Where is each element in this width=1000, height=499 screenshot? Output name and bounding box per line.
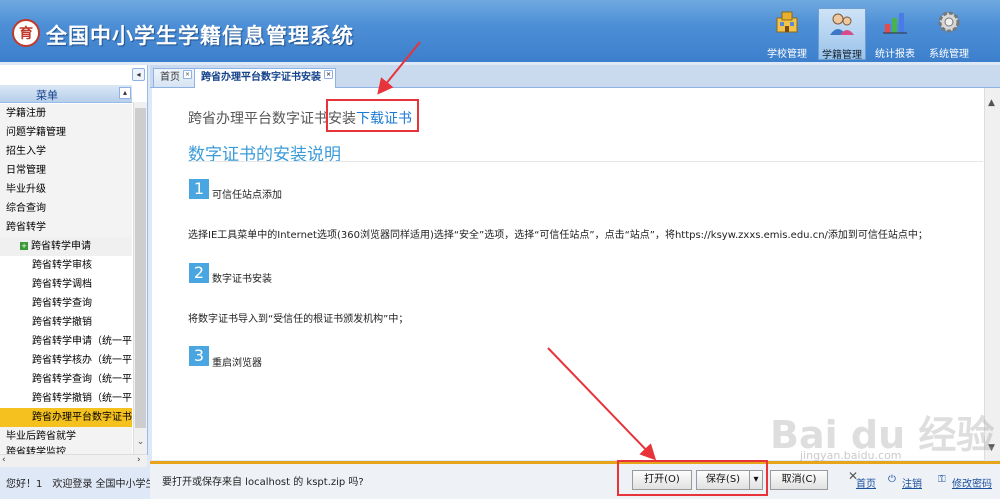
tab-certificate-install[interactable]: 跨省办理平台数字证书安装 × [194, 68, 336, 88]
sidebar-item-registration[interactable]: 学籍注册 [0, 104, 132, 124]
close-icon[interactable]: × [183, 70, 192, 79]
sidebar-item-transfer-handle-unified[interactable]: 跨省转学核办（统一平台 [0, 351, 132, 371]
sidebar-item-transfer-apply-unified[interactable]: 跨省转学申请（统一平台 [0, 332, 132, 352]
logo-glyph: 育 [19, 26, 33, 42]
students-icon [830, 13, 854, 35]
sidebar-item-transfer-review[interactable]: 跨省转学审核 [0, 256, 132, 276]
sidebar-item-transfer-revoke-unified[interactable]: 跨省转学撤销（统一平台 [0, 389, 132, 409]
step-title: 可信任站点添加 [212, 190, 282, 201]
sidebar-item-daily-management[interactable]: 日常管理 [0, 161, 132, 181]
chevron-right-icon[interactable]: › [137, 455, 141, 465]
close-icon[interactable]: × [324, 70, 333, 79]
step-number-badge: 1 [189, 179, 209, 199]
logout-link[interactable]: 注销 [902, 475, 922, 490]
chevron-down-icon[interactable]: ⌄ [134, 437, 147, 450]
step-title: 数字证书安装 [212, 274, 272, 285]
step-number-badge: 3 [189, 346, 209, 366]
cancel-button[interactable]: 取消(C) [770, 470, 828, 490]
sidebar-item-transfer-query-unified[interactable]: 跨省转学查询（统一平台 [0, 370, 132, 390]
nav-school-management[interactable]: 学校管理 [764, 8, 810, 60]
app-logo-icon: 育 [12, 19, 40, 47]
nav-system-management[interactable]: 系统管理 [926, 8, 972, 60]
nav-label: 系统管理 [929, 49, 969, 60]
sidebar-item-cross-province-transfer[interactable]: 跨省转学 [0, 218, 132, 238]
chevron-up-icon[interactable]: ▲ [988, 98, 995, 108]
school-building-icon [776, 11, 798, 33]
chevron-left-icon[interactable]: ‹ [2, 455, 6, 465]
tab-bar: 首页 × 跨省办理平台数字证书安装 × [150, 65, 1000, 88]
sidebar-item-certificate-install[interactable]: 跨省办理平台数字证书安装 [0, 408, 132, 428]
welcome-text: 您好！1 欢迎登录 全国中小学生 [6, 479, 156, 490]
gear-icon [938, 11, 960, 33]
step-description: 选择IE工具菜单中的Internet选项(360浏览器同样适用)选择“安全”选项… [188, 230, 928, 241]
step-title: 重启浏览器 [212, 358, 262, 369]
sidebar-item-after-graduation-transfer[interactable]: 毕业后跨省就学 [0, 427, 132, 447]
collapse-sidebar-icon[interactable]: ◂ [132, 68, 145, 81]
chevron-up-icon[interactable]: ▴ [119, 87, 131, 99]
expand-plus-icon[interactable]: + [20, 242, 28, 250]
app-title: 全国中小学生学籍信息管理系统 [46, 23, 354, 48]
scrollbar-thumb[interactable] [135, 108, 146, 428]
sidebar-item-label: 跨省转学申请 [31, 241, 91, 252]
nav-label: 学校管理 [767, 49, 807, 60]
nav-label: 学籍管理 [822, 50, 862, 61]
sidebar-item-comprehensive-query[interactable]: 综合查询 [0, 199, 132, 219]
power-icon: ⏻ [888, 474, 896, 485]
tab-label: 首页 [160, 72, 180, 83]
highlight-box [617, 460, 768, 496]
menu-header-label: 菜单 [36, 89, 58, 102]
nav-label: 统计报表 [875, 49, 915, 60]
sidebar-item-transfer-archive[interactable]: 跨省转学调档 [0, 275, 132, 295]
tab-label: 跨省办理平台数字证书安装 [201, 72, 321, 83]
sidebar-item-enrollment[interactable]: 招生入学 [0, 142, 132, 162]
menu-header[interactable]: 菜单 ▴ [0, 85, 132, 103]
highlight-box [326, 99, 419, 132]
sidebar-scrollbar[interactable]: ⌄ [133, 102, 147, 454]
sidebar-item-transfer-revoke[interactable]: 跨省转学撤销 [0, 313, 132, 333]
nav-statistics-reports[interactable]: 统计报表 [872, 8, 918, 60]
tab-home[interactable]: 首页 × [153, 68, 195, 87]
divider [188, 161, 983, 162]
sidebar-item-problem-records[interactable]: 问题学籍管理 [0, 123, 132, 143]
bar-chart-icon [883, 13, 907, 34]
sidebar-item-transfer-query[interactable]: 跨省转学查询 [0, 294, 132, 314]
step-number-badge: 2 [189, 263, 209, 283]
nav-student-management[interactable]: 学籍管理 [818, 8, 866, 61]
step-description: 将数字证书导入到“受信任的根证书颁发机构”中； [188, 314, 409, 325]
download-prompt: 要打开或保存来自 localhost 的 kspt.zip 吗? [162, 477, 364, 488]
sidebar-horizontal-scrollbar[interactable]: ‹ › [0, 454, 147, 468]
home-link[interactable]: 首页 [856, 475, 876, 490]
sidebar-item-transfer-apply-group[interactable]: + 跨省转学申请 [0, 237, 132, 257]
sidebar-item-graduation[interactable]: 毕业升级 [0, 180, 132, 200]
change-password-link[interactable]: 修改密码 [952, 475, 992, 490]
key-icon: ⚿ [938, 474, 946, 485]
